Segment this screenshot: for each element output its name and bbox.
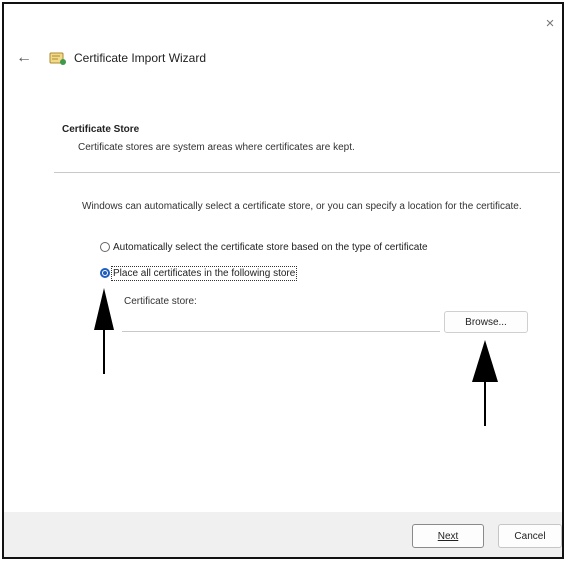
header-separator — [54, 172, 560, 173]
radio-auto-select[interactable] — [100, 242, 110, 252]
radio-auto-select-option[interactable]: Automatically select the certificate sto… — [100, 239, 428, 255]
callout-arrow-icon — [94, 288, 114, 374]
radio-place-in-store[interactable] — [100, 268, 110, 278]
section-description: Certificate stores are system areas wher… — [78, 142, 355, 153]
radio-auto-select-label[interactable]: Automatically select the certificate sto… — [113, 242, 428, 253]
back-arrow-icon[interactable]: ← — [14, 48, 34, 68]
wizard-window: × ← Certificate Import Wizard Certificat… — [2, 2, 564, 559]
callout-arrow-icon — [472, 340, 498, 426]
wizard-footer: Next Cancel — [4, 512, 562, 557]
intro-text: Windows can automatically select a certi… — [82, 201, 522, 212]
certificate-store-field[interactable] — [122, 312, 440, 332]
close-icon[interactable]: × — [540, 14, 560, 34]
radio-place-in-store-option[interactable]: Place all certificates in the following … — [100, 265, 298, 281]
browse-button[interactable]: Browse... — [444, 311, 528, 333]
next-button[interactable]: Next — [412, 524, 484, 548]
cancel-button[interactable]: Cancel — [498, 524, 562, 548]
section-heading: Certificate Store — [62, 124, 140, 135]
radio-place-in-store-label[interactable]: Place all certificates in the following … — [110, 265, 298, 281]
certificate-store-label: Certificate store: — [124, 296, 197, 307]
wizard-title: Certificate Import Wizard — [74, 51, 207, 65]
next-button-label: Next — [437, 530, 459, 542]
certificate-wizard-icon — [49, 52, 66, 65]
